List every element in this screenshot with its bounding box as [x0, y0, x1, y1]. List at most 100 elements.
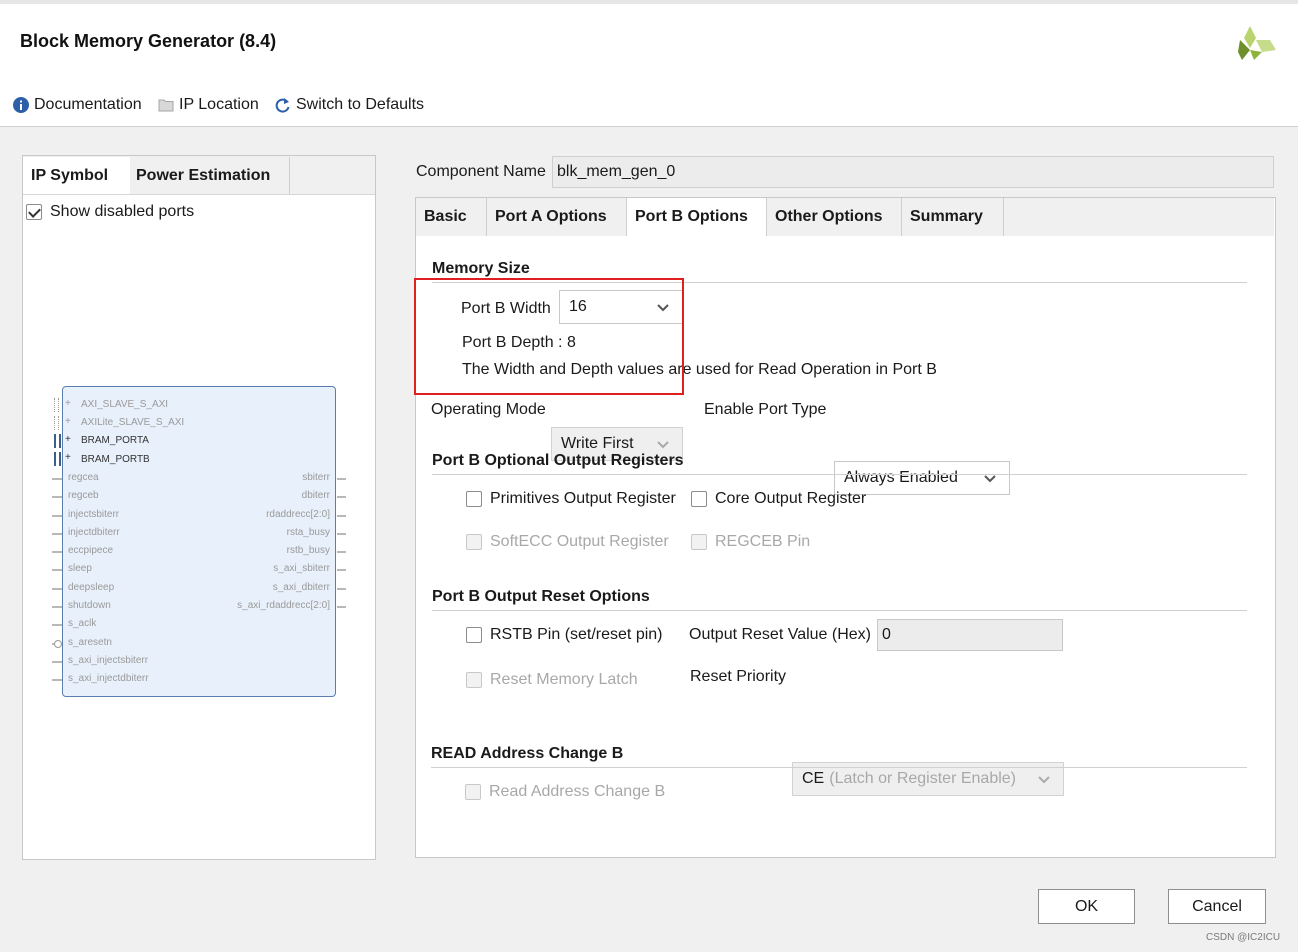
output-reset-value-label: Output Reset Value (Hex) [689, 626, 872, 643]
pin-stub [52, 551, 62, 553]
watermark: CSDN @IC2ICU [1206, 932, 1281, 943]
plus-icon[interactable]: + [65, 416, 71, 427]
rstb-pin[interactable]: RSTB Pin (set/reset pin) [466, 626, 663, 644]
primitives-output-register[interactable]: Primitives Output Register [466, 490, 676, 508]
info-icon [13, 97, 29, 113]
pin-stub [337, 533, 346, 535]
logo-icon [1236, 22, 1278, 62]
reset-priority-label: Reset Priority [690, 668, 787, 685]
output-reset-value-input[interactable]: 0 [877, 619, 1063, 651]
pin-label: deepsleep [68, 582, 115, 593]
pin-label: shutdown [68, 600, 111, 611]
enable-port-type-value: Always Enabled [844, 469, 958, 486]
primitives-output-register-label: Primitives Output Register [490, 490, 676, 507]
regceb-pin-label: REGCEB Pin [715, 533, 811, 550]
reset-priority-value: CE [802, 770, 825, 787]
enable-port-type-label: Enable Port Type [704, 401, 827, 418]
rstb-pin-label: RSTB Pin (set/reset pin) [490, 626, 663, 643]
ip-location-button[interactable]: IP Location [158, 96, 259, 114]
reset-options-heading: Port B Output Reset Options [432, 588, 650, 605]
core-output-register-checkbox[interactable] [691, 491, 707, 507]
read-address-change-label: Read Address Change B [489, 783, 666, 800]
chevron-down-icon [1038, 776, 1050, 784]
highlight-box [414, 278, 684, 395]
reset-priority-note: (Latch or Register Enable) [829, 770, 1016, 787]
pin-label: regcea [68, 472, 99, 483]
pin-stub [337, 606, 346, 608]
pin-label: rsta_busy [286, 527, 330, 538]
bus-pin: AXI_SLAVE_S_AXI [81, 399, 169, 410]
read-address-heading: READ Address Change B [431, 745, 624, 762]
pin-label: regceb [68, 490, 99, 501]
pin-stub [52, 515, 62, 517]
memory-size-heading: Memory Size [432, 260, 530, 277]
component-name-input[interactable]: blk_mem_gen_0 [552, 156, 1274, 188]
tab-port-b-options[interactable]: Port B Options [627, 198, 767, 236]
output-registers-heading: Port B Optional Output Registers [432, 452, 684, 469]
pin-label: s_aclk [68, 618, 97, 629]
pin-label: sbiterr [302, 472, 330, 483]
rstb-pin-checkbox[interactable] [466, 627, 482, 643]
plus-icon[interactable]: + [65, 398, 71, 409]
tab-ip-symbol[interactable]: IP Symbol [23, 157, 130, 194]
switch-defaults-button[interactable]: Switch to Defaults [274, 96, 424, 114]
bus-stub [54, 434, 61, 448]
pin-stub [52, 478, 62, 480]
pin-label: injectsbiterr [68, 509, 120, 520]
plus-icon[interactable]: + [65, 434, 71, 445]
regceb-pin: REGCEB Pin [691, 533, 810, 551]
refresh-icon [275, 97, 290, 113]
pin-stub [52, 661, 62, 663]
regceb-pin-checkbox [691, 534, 707, 550]
pin-label: s_aresetn [68, 637, 112, 648]
operating-mode-value: Write First [561, 435, 634, 452]
documentation-button[interactable]: Documentation [13, 96, 142, 114]
tab-summary[interactable]: Summary [902, 198, 1004, 236]
chevron-down-icon [657, 441, 669, 449]
pin-stub [337, 478, 346, 480]
primitives-output-register-checkbox[interactable] [466, 491, 482, 507]
pin-label: s_axi_injectsbiterr [68, 655, 149, 666]
plus-icon[interactable]: + [65, 452, 71, 463]
show-disabled-ports-label: Show disabled ports [50, 203, 195, 220]
bus-stub [54, 416, 59, 430]
tab-power-estimation[interactable]: Power Estimation [128, 157, 290, 194]
tab-basic[interactable]: Basic [416, 198, 487, 236]
ip-symbol-block [62, 386, 336, 697]
pin-label: rdaddrecc[2:0] [266, 509, 330, 520]
pin-stub [52, 606, 62, 608]
pin-stub [52, 588, 62, 590]
pin-label: eccpipece [68, 545, 114, 556]
pin-label: dbiterr [301, 490, 330, 501]
bus-pin: BRAM_PORTB [81, 454, 150, 465]
pin-stub [337, 496, 346, 498]
read-address-change-checkbox [465, 784, 481, 800]
switch-defaults-label: Switch to Defaults [296, 96, 425, 113]
section-divider [432, 474, 1247, 475]
bus-stub [54, 452, 61, 466]
tab-port-a-options[interactable]: Port A Options [487, 198, 627, 236]
show-disabled-ports[interactable]: Show disabled ports [26, 203, 194, 221]
tab-other-options[interactable]: Other Options [767, 198, 902, 236]
pin-stub [52, 624, 62, 626]
pin-label: s_axi_injectdbiterr [68, 673, 149, 684]
folder-icon [158, 99, 174, 112]
show-disabled-ports-checkbox[interactable] [26, 204, 42, 220]
documentation-label: Documentation [34, 96, 142, 113]
reset-memory-latch: Reset Memory Latch [466, 671, 638, 689]
section-divider [431, 767, 1247, 768]
softecc-output-register-checkbox [466, 534, 482, 550]
bus-pin: BRAM_PORTA [81, 435, 149, 446]
pin-stub [337, 515, 346, 517]
operating-mode-label: Operating Mode [431, 401, 546, 418]
pin-stub [52, 496, 62, 498]
pin-stub [337, 551, 346, 553]
pin-label: sleep [68, 563, 92, 574]
read-address-change: Read Address Change B [465, 783, 665, 801]
cancel-button[interactable]: Cancel [1168, 889, 1266, 924]
core-output-register[interactable]: Core Output Register [691, 490, 866, 508]
ok-button[interactable]: OK [1038, 889, 1135, 924]
section-divider [432, 610, 1247, 611]
window-title: Block Memory Generator (8.4) [20, 31, 277, 51]
core-output-register-label: Core Output Register [715, 490, 867, 507]
